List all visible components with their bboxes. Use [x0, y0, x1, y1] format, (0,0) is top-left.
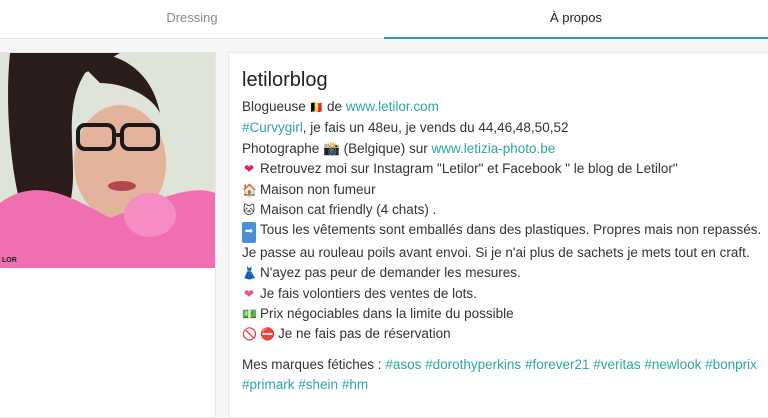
favorite-brands: Mes marques fétiches : #asos #dorothyper…: [242, 356, 757, 393]
brand-tag[interactable]: #hm: [342, 377, 368, 392]
tab-dressing[interactable]: Dressing: [0, 0, 384, 38]
cat-icon: 🐱: [242, 203, 256, 218]
tab-a-propos[interactable]: À propos: [384, 0, 768, 39]
bio-line-measures: 👗 N'ayez pas peur de demander les mesures…: [242, 263, 764, 283]
pink-heart-icon: ❤: [243, 286, 255, 301]
bio-line-packaging: ➡ Tous les vêtements sont emballés dans d…: [242, 222, 762, 260]
bio-line-lots: ❤ Je fais volontiers des ventes de lots.: [242, 284, 764, 304]
brand-tag[interactable]: #newlook: [644, 357, 701, 372]
profile-photo: LOR: [0, 53, 215, 268]
photo-watermark: LOR: [2, 257, 17, 264]
brand-tag[interactable]: #forever21: [525, 357, 590, 372]
about-card: letilorblog Blogueuse 🇧🇪 de www.letilor.…: [228, 52, 768, 418]
tab-bar: Dressing À propos: [0, 0, 768, 39]
brand-tag[interactable]: #shein: [298, 377, 338, 392]
house-icon: 🏠: [242, 182, 257, 197]
profile-photo-card: LOR: [0, 52, 216, 418]
red-heart-icon: ❤: [243, 162, 255, 177]
camera-flash-icon: 📸: [323, 140, 340, 156]
brand-tag[interactable]: #asos: [385, 357, 421, 372]
bio-line-photographer: Photographe 📸 (Belgique) sur www.letizia…: [242, 140, 556, 156]
username: letilorblog: [242, 69, 328, 91]
brand-tag[interactable]: #bonprix: [705, 357, 757, 372]
brand-tag[interactable]: #veritas: [593, 357, 640, 372]
prohibited-icon: 🚫: [242, 327, 257, 342]
right-arrow-icon: ➡: [242, 222, 256, 243]
bio-line-cats: 🐱 Maison cat friendly (4 chats) .: [242, 200, 764, 220]
bio-line-social: ❤ Retrouvez moi sur Instagram "Letilor" e…: [242, 159, 764, 179]
dress-icon: 👗: [242, 266, 257, 281]
bio-line-reservation: 🚫 ⛔ Je ne fais pas de réservation: [242, 324, 764, 344]
bio-line-blog: Blogueuse 🇧🇪 de www.letilor.com: [242, 99, 439, 114]
no-entry-icon: ⛔: [260, 327, 275, 342]
curvygirl-hashtag[interactable]: #Curvygirl: [242, 120, 303, 135]
photo-site-link[interactable]: www.letizia-photo.be: [431, 141, 555, 156]
brand-tag[interactable]: #primark: [242, 377, 295, 392]
blog-link[interactable]: www.letilor.com: [346, 99, 439, 114]
bio-line-size: #Curvygirl, je fais un 48eu, je vends du…: [242, 120, 569, 136]
bio-line-prices: 💵 Prix négociables dans la limite du poss…: [242, 304, 764, 324]
banknote-icon: 💵: [242, 307, 257, 322]
bio-line-smoke: 🏠 Maison non fumeur: [242, 180, 764, 200]
brand-tag[interactable]: #dorothyperkins: [425, 357, 521, 372]
belgium-flag-icon: 🇧🇪: [309, 102, 324, 114]
